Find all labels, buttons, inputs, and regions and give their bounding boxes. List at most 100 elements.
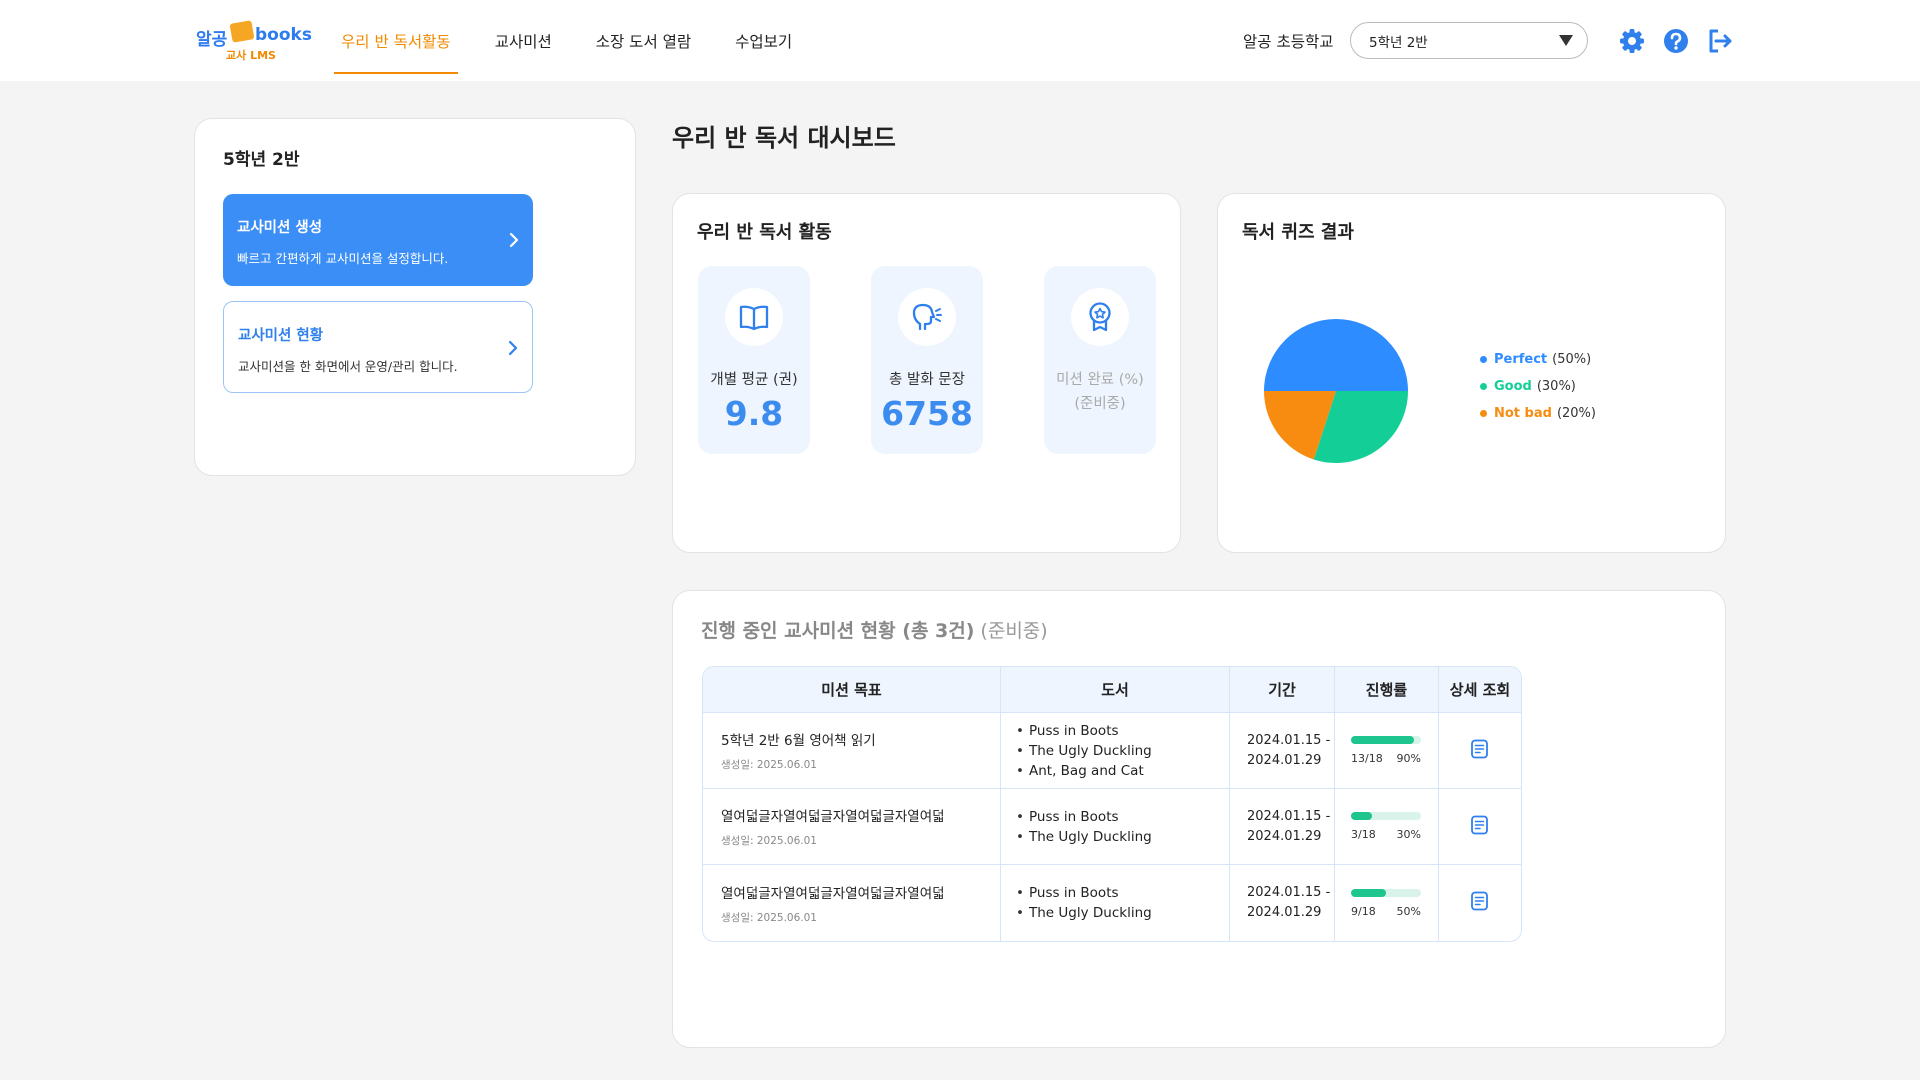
document-detail-icon[interactable] <box>1469 738 1491 760</box>
quiz-legend: Perfect (50%) Good (30%) Not bad (20%) <box>1480 352 1596 433</box>
book-item: Puss in Boots <box>1016 721 1229 741</box>
progress-bar <box>1351 888 1421 897</box>
mission-title-text: 진행 중인 교사미션 현황 (총 3건) <box>701 620 975 642</box>
main-nav: 우리 반 독서활동 교사미션 소장 도서 열람 수업보기 <box>334 0 829 81</box>
mission-title-sub: (준비중) <box>980 620 1048 642</box>
period-end: 2024.01.29 <box>1247 905 1322 920</box>
legend-percent: (30%) <box>1536 379 1576 394</box>
legend-percent: (50%) <box>1552 352 1592 367</box>
legend-dot <box>1480 383 1487 390</box>
reading-activity-card: 우리 반 독서 활동 개별 평균 (권) 9.8 총 발화 문장 6758 미션… <box>672 193 1181 553</box>
caret-down-icon <box>1559 35 1573 46</box>
sidebar-card: 5학년 2반 교사미션 생성 빠르고 간편하게 교사미션을 설정합니다. 교사미… <box>194 118 636 476</box>
document-detail-icon[interactable] <box>1469 814 1491 836</box>
mission-status-button[interactable]: 교사미션 현황 교사미션을 한 화면에서 운영/관리 합니다. <box>223 301 533 393</box>
book-logo-icon <box>229 20 255 43</box>
progress-cell: 3/18 30% <box>1335 789 1439 865</box>
mission-goal: 열여덟글자열여덟글자열여덟글자열여덟 <box>721 885 945 902</box>
legend-name: Good <box>1494 379 1532 394</box>
period-end: 2024.01.29 <box>1247 752 1322 768</box>
class-select[interactable]: 5학년 2반 <box>1350 22 1588 59</box>
page-title: 우리 반 독서 대시보드 <box>672 124 896 152</box>
progress-percent: 30% <box>1396 828 1421 841</box>
document-detail-icon[interactable] <box>1469 890 1491 912</box>
book-item: The Ugly Duckling <box>1016 903 1229 923</box>
chevron-right-icon <box>508 340 518 356</box>
legend-name: Not bad <box>1494 406 1552 421</box>
period-start: 2024.01.15 - <box>1247 732 1331 748</box>
nav-class-view[interactable]: 수업보기 <box>728 0 799 81</box>
mission-goal: 5학년 2반 6월 영어책 읽기 <box>721 733 876 749</box>
quiz-result-card: 독서 퀴즈 결과 Perfect (50%) Good (30%) Not ba… <box>1217 193 1726 553</box>
col-progress-header: 진행률 <box>1335 667 1439 713</box>
stat-label: 개별 평균 (권) <box>710 372 798 388</box>
table-header-row: 미션 목표 도서 기간 진행률 상세 조회 <box>703 667 1521 713</box>
col-books-header: 도서 <box>1001 667 1230 713</box>
legend-percent: (20%) <box>1556 406 1596 421</box>
mission-created: 생성일: 2025.06.01 <box>721 759 817 771</box>
nav-class-reading[interactable]: 우리 반 독서활동 <box>334 0 458 81</box>
period-cell: 2024.01.15 - 2024.01.29 <box>1230 713 1335 789</box>
legend-item-not-bad: Not bad (20%) <box>1480 406 1596 421</box>
mission-section-title: 진행 중인 교사미션 현황 (총 3건) (준비중) <box>701 616 1048 643</box>
nav-teacher-mission[interactable]: 교사미션 <box>488 0 559 81</box>
progress-count: 9/18 <box>1351 904 1376 918</box>
app-logo[interactable]: 알공 books 교사 LMS <box>196 20 312 66</box>
legend-dot <box>1480 410 1487 417</box>
stat-value: 6758 <box>881 394 973 433</box>
gear-icon[interactable] <box>1617 26 1647 56</box>
period-cell: 2024.01.15 - 2024.01.29 <box>1230 789 1335 865</box>
table-row: 열여덟글자열여덟글자열여덟글자열여덟 생성일: 2025.06.01 Puss … <box>703 789 1521 865</box>
goal-cell: 열여덟글자열여덟글자열여덟글자열여덟 생성일: 2025.06.01 <box>703 789 1001 865</box>
period-start: 2024.01.15 - <box>1247 808 1331 824</box>
mission-status-desc: 교사미션을 한 화면에서 운영/관리 합니다. <box>238 359 458 374</box>
create-mission-button[interactable]: 교사미션 생성 빠르고 간편하게 교사미션을 설정합니다. <box>223 194 533 286</box>
activity-title: 우리 반 독서 활동 <box>697 222 832 243</box>
progress-bar <box>1351 736 1421 744</box>
stat-label-text: 미션 완료 (%) <box>1056 372 1144 388</box>
period-start: 2024.01.15 - <box>1247 885 1331 900</box>
create-mission-desc: 빠르고 간편하게 교사미션을 설정합니다. <box>237 251 449 266</box>
mission-goal: 열여덟글자열여덟글자열여덟글자열여덟 <box>721 809 945 825</box>
school-name: 알공 초등학교 <box>1243 33 1334 51</box>
detail-cell <box>1439 789 1521 865</box>
stat-label-sub: (준비중) <box>1074 396 1126 412</box>
quiz-pie-chart <box>1264 319 1408 463</box>
book-item: The Ugly Duckling <box>1016 741 1229 761</box>
col-goal-header: 미션 목표 <box>703 667 1001 713</box>
goal-cell: 열여덟글자열여덟글자열여덟글자열여덟 생성일: 2025.06.01 <box>703 865 1001 941</box>
class-select-value: 5학년 2반 <box>1369 34 1428 51</box>
legend-item-good: Good (30%) <box>1480 379 1596 394</box>
pie-slice-perfect <box>1264 319 1408 391</box>
nav-library[interactable]: 소장 도서 열람 <box>589 0 698 81</box>
col-period-header: 기간 <box>1230 667 1335 713</box>
goal-cell: 5학년 2반 6월 영어책 읽기 생성일: 2025.06.01 <box>703 713 1001 789</box>
stat-label: 총 발화 문장 <box>889 372 965 388</box>
table-row: 열여덟글자열여덟글자열여덟글자열여덟 생성일: 2025.06.01 Puss … <box>703 865 1521 941</box>
books-cell: Puss in Boots The Ugly Duckling Ant, Bag… <box>1001 713 1230 789</box>
stat-total-utterances: 총 발화 문장 6758 <box>871 266 983 454</box>
logout-icon[interactable] <box>1705 26 1735 56</box>
help-icon[interactable] <box>1661 26 1691 56</box>
progress-fill <box>1351 736 1414 744</box>
top-header: 알공 books 교사 LMS 우리 반 독서활동 교사미션 소장 도서 열람 … <box>0 0 1920 81</box>
progress-percent: 90% <box>1396 752 1421 765</box>
progress-fill <box>1351 812 1372 820</box>
mission-table: 미션 목표 도서 기간 진행률 상세 조회 5학년 2반 6월 영어책 읽기 생… <box>702 666 1522 942</box>
detail-cell <box>1439 865 1521 941</box>
progress-cell: 9/18 50% <box>1335 865 1439 941</box>
col-detail-header: 상세 조회 <box>1439 667 1521 713</box>
book-item: Ant, Bag and Cat <box>1016 761 1229 781</box>
mission-status-title: 교사미션 현황 <box>238 328 324 344</box>
stat-average-books: 개별 평균 (권) 9.8 <box>698 266 810 454</box>
book-item: The Ugly Duckling <box>1016 827 1229 847</box>
progress-fill <box>1351 888 1386 897</box>
progress-percent: 50% <box>1396 904 1421 918</box>
stat-label: 미션 완료 (%) (준비중) <box>1044 368 1156 416</box>
create-mission-title: 교사미션 생성 <box>237 220 323 236</box>
books-cell: Puss in Boots The Ugly Duckling <box>1001 865 1230 941</box>
legend-dot <box>1480 356 1487 363</box>
speaking-head-icon <box>898 288 956 346</box>
logo-subtitle: 교사 LMS <box>226 49 276 62</box>
progress-count: 3/18 <box>1351 828 1376 841</box>
